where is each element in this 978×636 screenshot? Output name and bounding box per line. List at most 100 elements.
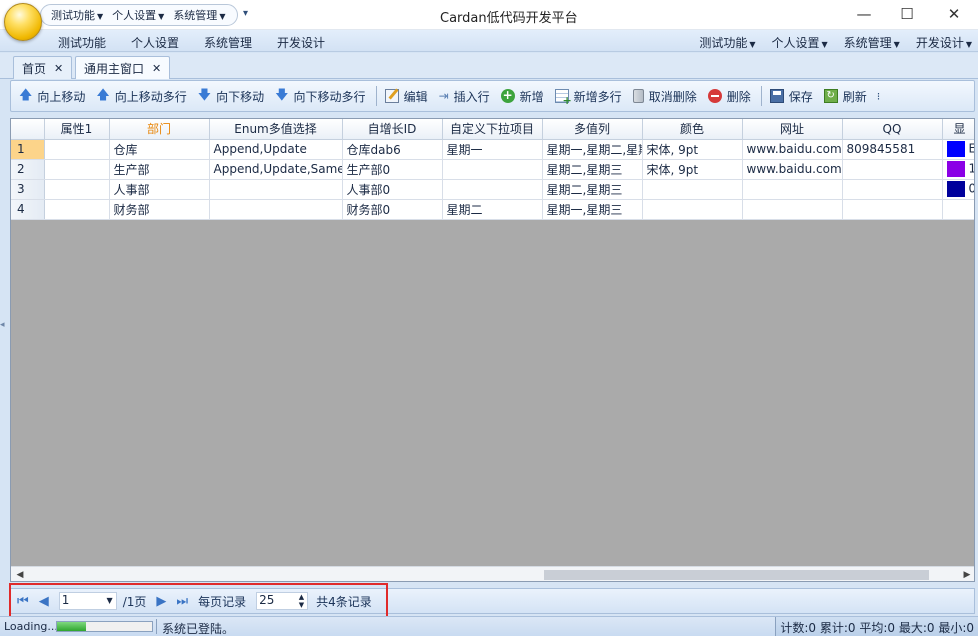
column-header[interactable]: QQ xyxy=(842,119,943,140)
table-cell[interactable]: 财务部 xyxy=(109,199,210,220)
table-cell[interactable] xyxy=(209,179,343,200)
table-cell[interactable]: 财务部0 xyxy=(342,199,443,220)
table-cell[interactable]: 星期一,星期二,星期 xyxy=(542,139,643,160)
stepper-arrows-icon[interactable]: ▲ ▼ xyxy=(299,593,304,609)
table-cell[interactable] xyxy=(642,179,743,200)
qat-personal-settings[interactable]: 个人设置 ▼ xyxy=(112,7,164,23)
maximize-button[interactable]: ☐ xyxy=(894,4,920,24)
last-page-icon[interactable]: ⏭ xyxy=(176,594,188,609)
column-header[interactable]: 网址 xyxy=(742,119,843,140)
table-cell[interactable] xyxy=(442,159,543,180)
column-header[interactable]: 颜色 xyxy=(642,119,743,140)
table-cell[interactable] xyxy=(44,199,110,220)
tab-main-window[interactable]: 通用主窗口 ✕ xyxy=(75,56,171,79)
table-cell[interactable] xyxy=(44,139,110,160)
move-down-multi-button[interactable]: 🡇 向下移动多行 xyxy=(272,85,368,107)
scroll-right-icon[interactable]: ▶ xyxy=(960,568,974,581)
menu-right-dev-design[interactable]: 开发设计 ▼ xyxy=(908,34,972,51)
menu-system-management[interactable]: 系统管理 xyxy=(204,34,252,51)
table-cell[interactable] xyxy=(942,199,974,220)
table-cell[interactable]: 仓库 xyxy=(109,139,210,160)
horizontal-scrollbar[interactable]: ◀ ▶ xyxy=(11,566,974,581)
first-page-icon[interactable]: ⏮ xyxy=(17,594,29,609)
toolbar-overflow-icon[interactable]: ⁝ xyxy=(877,90,881,103)
column-header[interactable]: 自定义下拉项目 xyxy=(442,119,543,140)
table-cell[interactable]: 0 xyxy=(942,179,974,200)
column-header[interactable]: 属性1 xyxy=(44,119,110,140)
menu-personal-settings[interactable]: 个人设置 xyxy=(131,34,179,51)
insert-row-button[interactable]: ⇥ 插入行 xyxy=(436,85,493,107)
row-number[interactable]: 2 xyxy=(11,159,45,180)
undelete-button[interactable]: 取消删除 xyxy=(630,85,700,107)
add-button[interactable]: + 新增 xyxy=(498,85,547,107)
table-cell[interactable]: www.baidu.com xyxy=(742,139,843,160)
table-cell[interactable]: 星期二,星期三 xyxy=(542,159,643,180)
table-cell[interactable] xyxy=(442,179,543,200)
side-panel-collapse-icon[interactable]: ◂ xyxy=(0,320,6,342)
menu-dev-design[interactable]: 开发设计 xyxy=(277,34,325,51)
menu-test-function[interactable]: 测试功能 xyxy=(58,34,106,51)
close-button[interactable]: ✕ xyxy=(941,4,967,24)
qat-test-function[interactable]: 测试功能 ▼ xyxy=(51,7,103,23)
table-cell[interactable] xyxy=(209,199,343,220)
table-cell[interactable]: 人事部0 xyxy=(342,179,443,200)
qat-customize-icon[interactable]: ▾ xyxy=(243,8,248,19)
table-cell[interactable] xyxy=(44,159,110,180)
per-page-stepper[interactable]: 25 ▲ ▼ xyxy=(256,592,309,610)
table-row[interactable]: 3 人事部 人事部0 星期二,星期三 0 xyxy=(11,179,974,200)
table-cell[interactable]: Append,Update,Same xyxy=(209,159,343,180)
table-cell[interactable]: 1 xyxy=(942,159,974,180)
table-cell[interactable]: 宋体, 9pt xyxy=(642,159,743,180)
table-cell[interactable] xyxy=(742,179,843,200)
row-number-header[interactable] xyxy=(11,119,45,140)
save-button[interactable]: 保存 xyxy=(767,85,816,107)
table-cell[interactable]: 809845581 xyxy=(842,139,943,160)
table-row[interactable]: 4 财务部 财务部0 星期二 星期一,星期三 xyxy=(11,199,974,220)
move-up-button[interactable]: 🡅 向上移动 xyxy=(16,85,88,107)
tab-home[interactable]: 首页 ✕ xyxy=(13,56,73,79)
move-down-button[interactable]: 🡇 向下移动 xyxy=(195,85,267,107)
previous-page-icon[interactable]: ◀ xyxy=(39,594,49,609)
scroll-left-icon[interactable]: ◀ xyxy=(13,568,27,581)
tab-main-window-close-icon[interactable]: ✕ xyxy=(152,62,161,75)
column-header[interactable]: Enum多值选择 xyxy=(209,119,343,140)
table-cell[interactable]: 宋体, 9pt xyxy=(642,139,743,160)
refresh-button[interactable]: ↻ 刷新 xyxy=(821,85,870,107)
table-cell[interactable] xyxy=(842,159,943,180)
row-number[interactable]: 1 xyxy=(11,139,45,160)
table-row[interactable]: 2 生产部 Append,Update,Same 生产部0 星期二,星期三 宋体… xyxy=(11,159,974,180)
table-cell[interactable] xyxy=(642,199,743,220)
next-page-icon[interactable]: ▶ xyxy=(156,594,166,609)
table-cell[interactable]: 生产部 xyxy=(109,159,210,180)
menu-right-system-management[interactable]: 系统管理 ▼ xyxy=(836,34,900,51)
page-number-select[interactable]: 1 ▼ xyxy=(58,592,117,610)
add-multi-button[interactable]: 新增多行 xyxy=(552,85,625,108)
table-cell[interactable] xyxy=(842,199,943,220)
table-cell[interactable]: 人事部 xyxy=(109,179,210,200)
tab-home-close-icon[interactable]: ✕ xyxy=(54,62,63,75)
table-cell[interactable]: www.baidu.com xyxy=(742,159,843,180)
minimize-button[interactable]: — xyxy=(851,4,877,24)
table-cell[interactable]: 星期二,星期三 xyxy=(542,179,643,200)
table-cell[interactable] xyxy=(742,199,843,220)
qat-system-management[interactable]: 系统管理 ▼ xyxy=(173,7,225,23)
row-number[interactable]: 4 xyxy=(11,199,45,220)
column-header[interactable]: 自增长ID xyxy=(342,119,443,140)
table-cell[interactable]: Append,Update xyxy=(209,139,343,160)
table-cell[interactable]: 仓库dab6 xyxy=(342,139,443,160)
scrollbar-thumb[interactable] xyxy=(544,570,929,580)
edit-button[interactable]: 编辑 xyxy=(382,85,431,107)
table-cell[interactable] xyxy=(44,179,110,200)
column-header[interactable]: 部门 xyxy=(109,119,210,140)
app-menu-orb-icon[interactable] xyxy=(4,3,42,41)
table-cell[interactable]: 星期一,星期三 xyxy=(542,199,643,220)
table-cell[interactable]: 星期一 xyxy=(442,139,543,160)
row-number[interactable]: 3 xyxy=(11,179,45,200)
table-cell[interactable]: 生产部0 xyxy=(342,159,443,180)
delete-button[interactable]: 删除 xyxy=(705,85,754,107)
column-header[interactable]: 多值列 xyxy=(542,119,643,140)
menu-right-test-function[interactable]: 测试功能 ▼ xyxy=(691,34,755,51)
table-cell[interactable]: E xyxy=(942,139,974,160)
menu-right-personal-settings[interactable]: 个人设置 ▼ xyxy=(763,34,827,51)
column-header[interactable]: 显 xyxy=(942,119,974,140)
